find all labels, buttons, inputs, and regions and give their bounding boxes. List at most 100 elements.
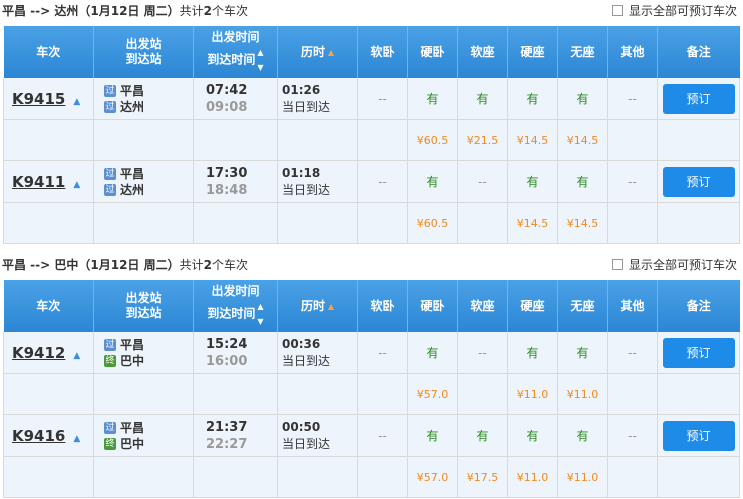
price-spacer	[3, 373, 94, 415]
train-code-link[interactable]: K9415	[12, 90, 65, 108]
seat-price	[357, 456, 408, 498]
column-header: 其他	[607, 280, 658, 332]
column-header-label: 其他	[620, 298, 645, 313]
column-header-label: 硬座	[520, 44, 545, 59]
price-spacer	[657, 373, 740, 415]
show-all-checkbox[interactable]	[611, 259, 623, 270]
arrival-time: 22:27	[206, 436, 248, 452]
train-row: K9412 ▲ 过平昌终巴中 15:24 16:00 00:36 当日到达 -- 有 -- 有有 --…	[3, 332, 740, 374]
seat-price: ¥14.5	[557, 202, 608, 244]
train-count: 2	[203, 258, 212, 272]
duration-cell: 00:36 当日到达	[277, 332, 358, 374]
column-header: 其他	[607, 26, 658, 78]
column-header: 出发站 到达站	[93, 26, 194, 78]
seat-availability: 有	[557, 78, 608, 120]
seat-price: ¥21.5	[457, 119, 508, 161]
column-header[interactable]: 出发时间 到达时间 ▲ ▼	[193, 280, 278, 332]
column-header-label: 出发时间 到达时间	[207, 29, 260, 67]
expand-stops-icon[interactable]: ▲	[73, 180, 80, 190]
seat-availability: --	[607, 332, 658, 374]
show-all-toggle[interactable]: 显示全部可预订车次	[611, 256, 737, 273]
pass-through-icon: 过	[104, 84, 116, 97]
train-code-link[interactable]: K9416	[12, 427, 65, 445]
arrival-station-name: 达州	[120, 100, 145, 114]
stations-cell: 过平昌终巴中	[93, 414, 194, 457]
seat-availability: --	[457, 160, 508, 203]
route-title: 平昌 --> 巴中（1月12日 周二）共计2个车次	[2, 256, 248, 273]
seat-price	[357, 202, 408, 244]
sort-toggle-icon[interactable]: ▲ ▼	[257, 45, 263, 75]
seat-price	[607, 202, 658, 244]
price-spacer	[93, 456, 194, 498]
stations-cell: 过平昌过达州	[93, 78, 194, 120]
column-header-label: 无座	[570, 44, 595, 59]
seat-price	[607, 456, 658, 498]
column-header: 硬卧	[407, 26, 458, 78]
duration: 00:36	[282, 336, 321, 351]
sort-toggle-icon[interactable]: ▲ ▼	[257, 299, 263, 329]
book-button[interactable]: 预订	[662, 166, 735, 197]
count-suffix: 个车次	[211, 258, 248, 272]
column-header-label: 硬卧	[420, 298, 445, 313]
column-header-label: 软座	[470, 44, 495, 59]
column-header-label: 历时	[301, 44, 326, 59]
show-all-checkbox[interactable]	[611, 5, 623, 16]
expand-stops-icon[interactable]: ▲	[73, 351, 80, 361]
column-header[interactable]: 历时 ▲	[277, 26, 358, 78]
seat-price: ¥60.5	[407, 119, 458, 161]
column-header: 备注	[657, 26, 740, 78]
show-all-toggle[interactable]: 显示全部可预订车次	[611, 2, 737, 19]
seat-price	[357, 373, 408, 415]
price-spacer	[93, 119, 194, 161]
departure-station: 过平昌	[104, 166, 193, 182]
departure-station-name: 平昌	[120, 84, 145, 98]
price-spacer	[277, 373, 358, 415]
arrival-time: 09:08	[206, 99, 248, 115]
train-code-link[interactable]: K9411	[12, 173, 65, 191]
pass-through-icon: 过	[104, 421, 116, 434]
duration: 01:18	[282, 165, 321, 180]
departure-station: 过平昌	[104, 420, 193, 436]
column-header: 车次	[3, 26, 94, 78]
price-spacer	[193, 119, 278, 161]
seat-availability: --	[357, 160, 408, 203]
route-title: 平昌 --> 达州（1月12日 周二）共计2个车次	[2, 2, 248, 19]
seat-price: ¥57.0	[407, 456, 458, 498]
column-header-label: 出发站 到达站	[125, 37, 162, 66]
seat-availability: --	[607, 160, 658, 203]
seat-price: ¥11.0	[557, 456, 608, 498]
price-spacer	[93, 202, 194, 244]
book-button[interactable]: 预订	[662, 83, 735, 114]
departure-time: 15:24	[206, 336, 248, 352]
column-header-label: 车次	[36, 44, 61, 59]
column-header: 软卧	[357, 280, 408, 332]
train-code-link[interactable]: K9412	[12, 344, 65, 362]
column-header[interactable]: 出发时间 到达时间 ▲ ▼	[193, 26, 278, 78]
count-prefix: 共计	[179, 258, 204, 272]
arrival-station: 终巴中	[104, 353, 193, 369]
expand-stops-icon[interactable]: ▲	[73, 434, 80, 444]
duration-cell: 01:26 当日到达	[277, 78, 358, 120]
price-spacer	[193, 456, 278, 498]
price-spacer	[277, 119, 358, 161]
seat-availability: 有	[557, 332, 608, 374]
column-header-label: 硬卧	[420, 44, 445, 59]
column-header: 出发站 到达站	[93, 280, 194, 332]
book-button[interactable]: 预订	[662, 337, 735, 368]
sort-asc-icon[interactable]: ▲	[325, 302, 334, 311]
price-spacer	[277, 202, 358, 244]
seat-availability: --	[357, 78, 408, 120]
book-button[interactable]: 预订	[662, 420, 735, 451]
expand-stops-icon[interactable]: ▲	[73, 97, 80, 107]
table-header: 车次 出发站 到达站 出发时间 到达时间 ▲ ▼ 历时 ▲ 软卧 硬卧 软座 硬座 无座 其他 备注	[3, 26, 740, 78]
seat-availability: 有	[507, 414, 558, 457]
column-header-label: 备注	[686, 44, 711, 59]
pass-through-icon: 过	[104, 338, 116, 351]
arrival-station-name: 达州	[120, 183, 145, 197]
sort-asc-icon[interactable]: ▲	[325, 48, 334, 57]
route-section: 平昌 --> 巴中（1月12日 周二）共计2个车次 显示全部可预订车次 车次 出发站 …	[0, 254, 743, 499]
column-header[interactable]: 历时 ▲	[277, 280, 358, 332]
price-row: ¥60.5 ¥21.5 ¥14.5 ¥14.5	[3, 119, 740, 161]
departure-time: 07:42	[206, 82, 248, 98]
arrival-day: 当日到达	[282, 99, 331, 114]
